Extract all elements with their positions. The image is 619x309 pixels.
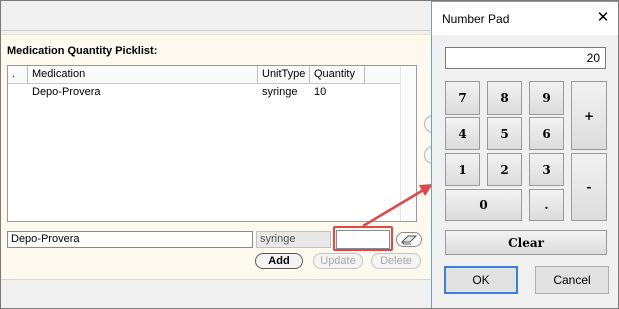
eraser-button[interactable] <box>396 232 422 247</box>
column-header-medication[interactable]: Medication <box>28 66 258 83</box>
picklist-title: Medication Quantity Picklist: <box>7 45 158 57</box>
quantity-highlight-box <box>333 226 393 251</box>
row-unittype-cell: syringe <box>262 86 298 98</box>
column-header-select[interactable]: . <box>8 66 28 83</box>
key-1-button[interactable]: 1 <box>445 153 480 186</box>
plus-button[interactable]: + <box>571 81 607 150</box>
key-2-button[interactable]: 2 <box>487 153 522 186</box>
ok-button[interactable]: OK <box>444 266 518 294</box>
dialog-titlebar: Number Pad ✕ <box>432 2 618 35</box>
screenshot-frame: Medication Quantity Picklist: . Medicati… <box>0 0 619 309</box>
table-row[interactable]: Depo-Provera syringe 10 <box>8 85 401 101</box>
key-0-button[interactable]: 0 <box>445 189 522 221</box>
number-pad-dialog: Number Pad ✕ 20 7 8 9 + 4 5 6 1 2 3 - 0 … <box>431 1 618 308</box>
grid-header: . Medication UnitType Quantity <box>8 66 401 84</box>
row-quantity-cell: 10 <box>314 86 327 98</box>
clear-button[interactable]: Clear <box>445 230 607 255</box>
cancel-button[interactable]: Cancel <box>535 266 609 294</box>
key-4-button[interactable]: 4 <box>445 117 480 150</box>
delete-button[interactable]: Delete <box>371 253 421 269</box>
close-icon[interactable]: ✕ <box>594 9 612 27</box>
key-6-button[interactable]: 6 <box>529 117 564 150</box>
column-header-quantity[interactable]: Quantity <box>310 66 365 83</box>
key-9-button[interactable]: 9 <box>529 81 564 115</box>
medication-grid[interactable]: . Medication UnitType Quantity Depo-Prov… <box>7 65 417 222</box>
medication-input[interactable]: Depo-Provera <box>7 231 253 248</box>
minus-button[interactable]: - <box>571 153 607 221</box>
key-8-button[interactable]: 8 <box>487 81 522 115</box>
key-3-button[interactable]: 3 <box>529 153 564 186</box>
row-select-cell <box>8 85 28 101</box>
eraser-icon <box>401 235 417 244</box>
update-button[interactable]: Update <box>313 253 363 269</box>
key-7-button[interactable]: 7 <box>445 81 480 115</box>
key-5-button[interactable]: 5 <box>487 117 522 150</box>
unittype-field: syringe <box>256 231 331 248</box>
decimal-point-button[interactable]: . <box>529 189 564 221</box>
app-toolbar-area <box>1 1 431 31</box>
column-header-unittype[interactable]: UnitType <box>258 66 310 83</box>
dialog-title: Number Pad <box>442 12 510 26</box>
grid-scrollbar[interactable] <box>400 66 416 221</box>
app-footer-area <box>1 279 431 308</box>
numpad-display[interactable]: 20 <box>445 47 606 69</box>
row-medication-cell: Depo-Provera <box>32 86 101 98</box>
add-button[interactable]: Add <box>255 253 303 269</box>
